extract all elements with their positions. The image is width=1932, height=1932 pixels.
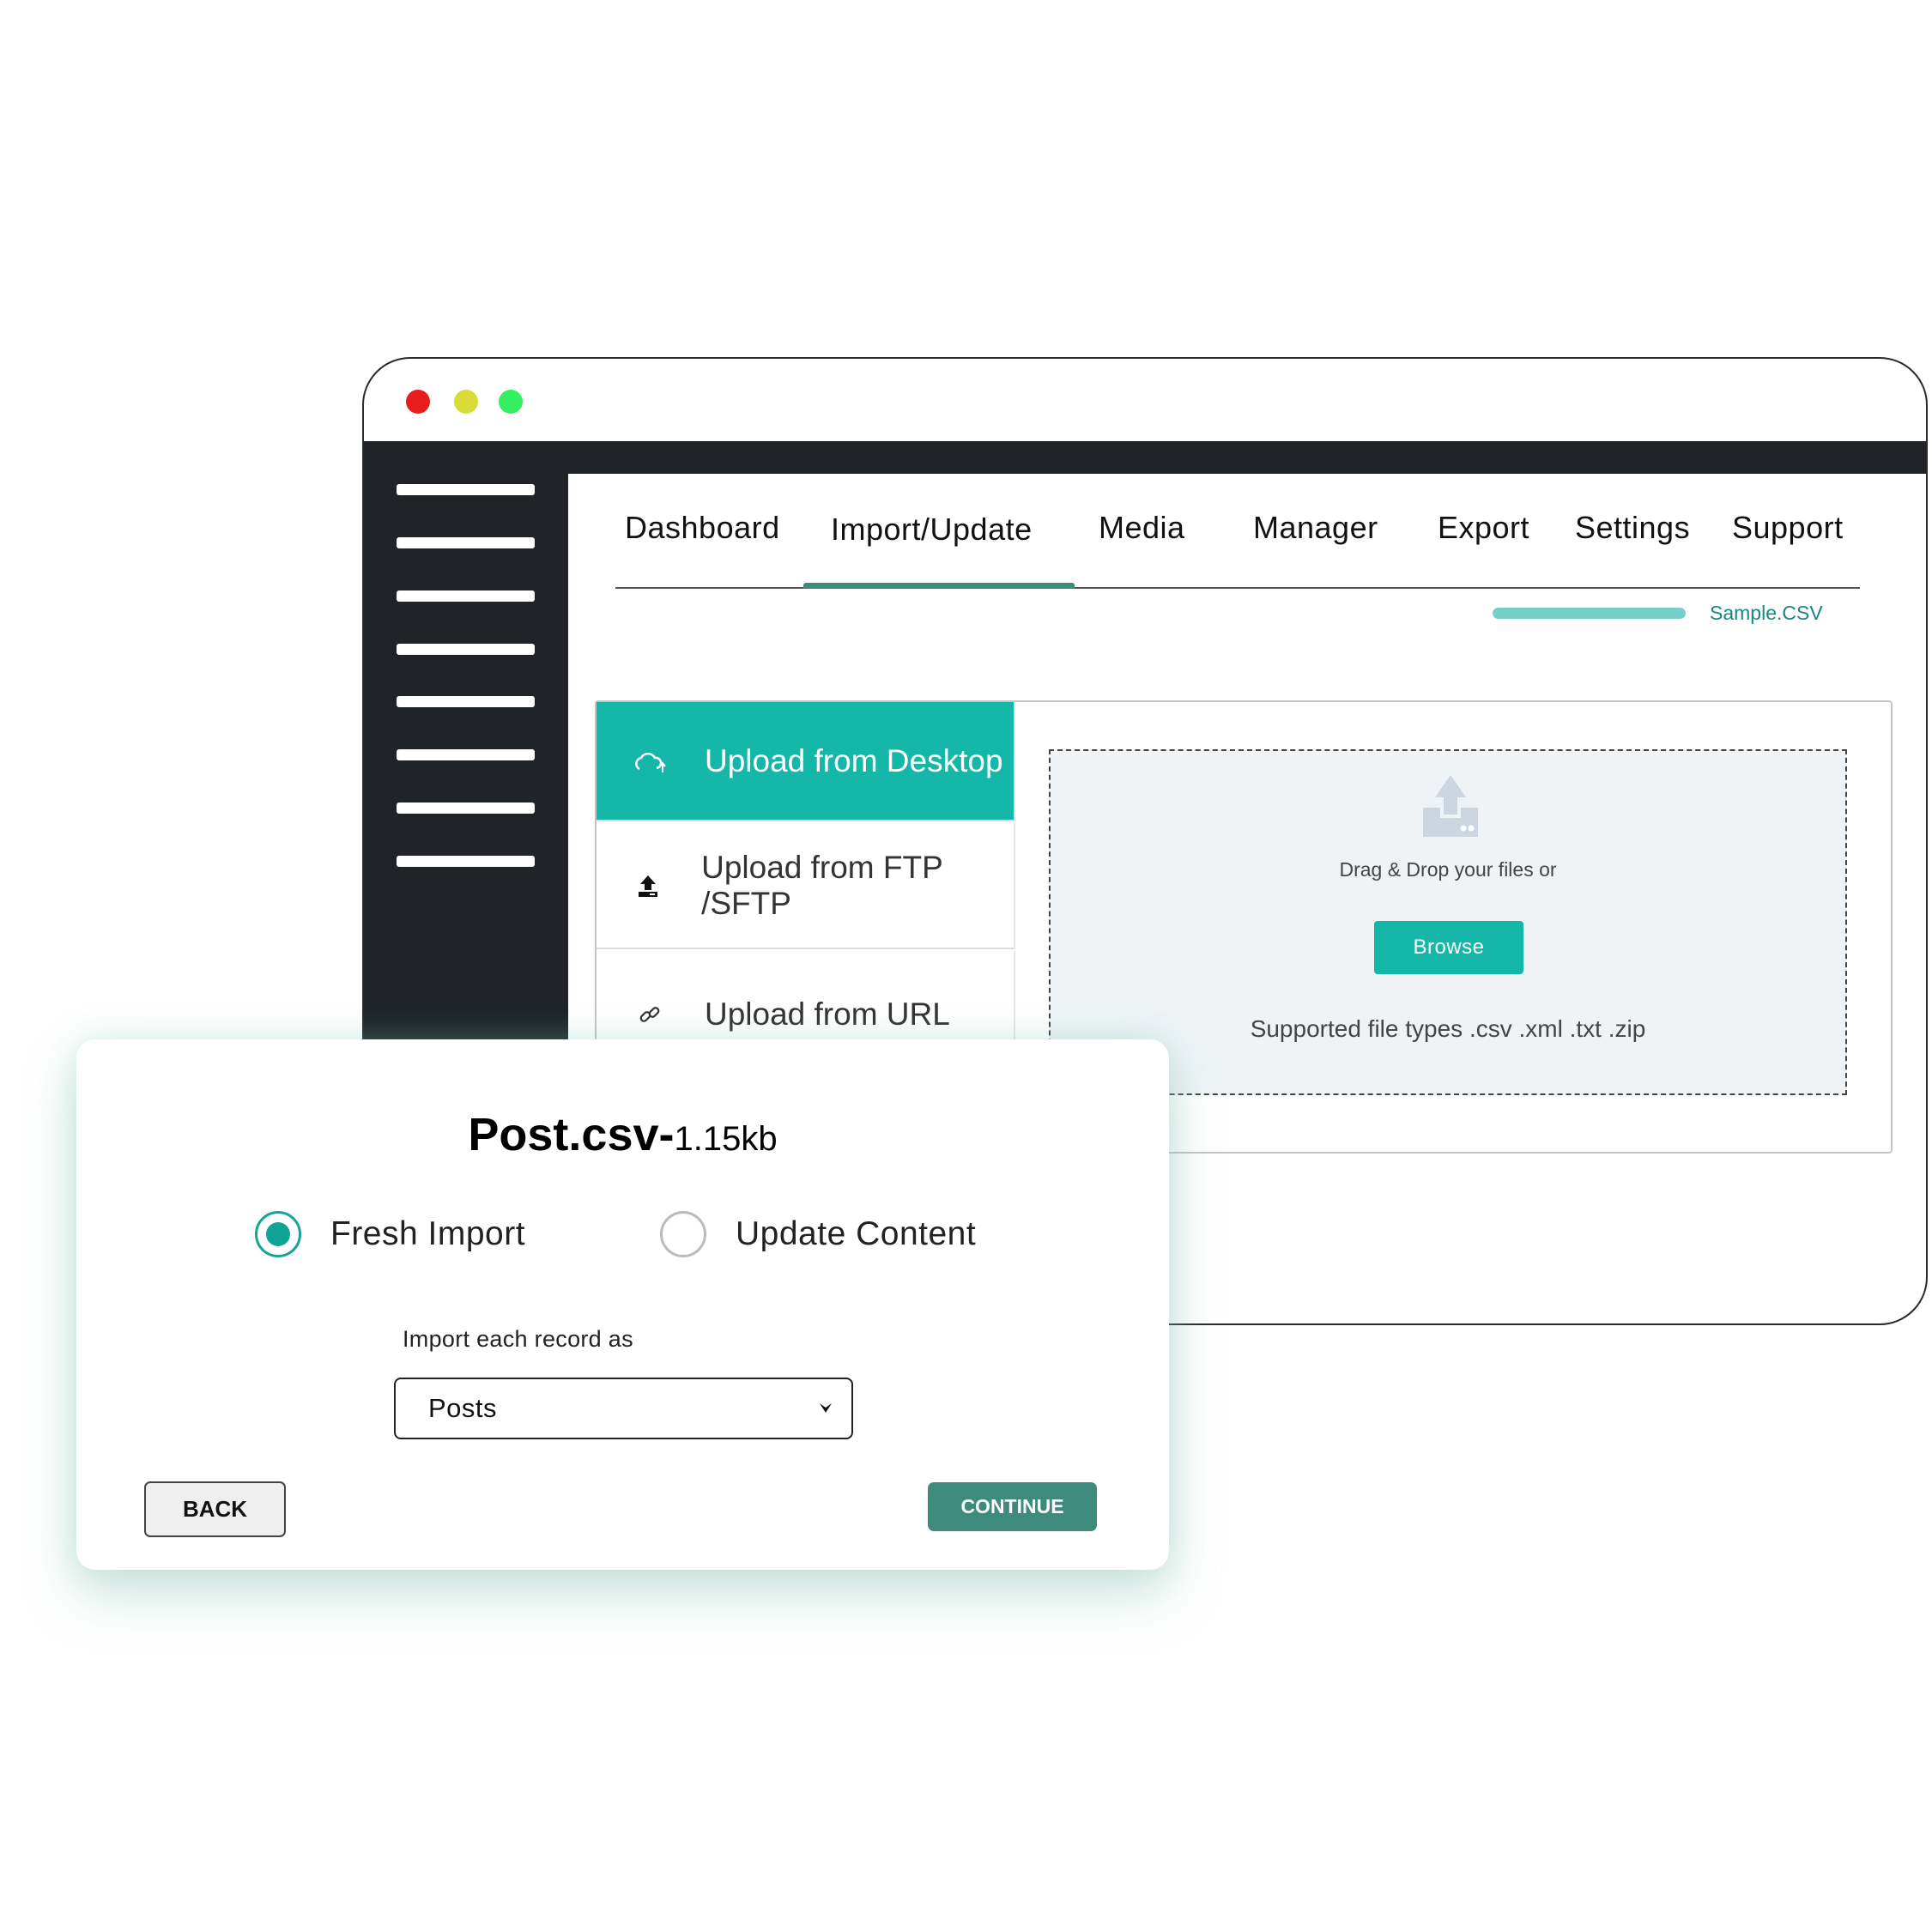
sidebar-item[interactable] <box>397 537 535 548</box>
sidebar-item[interactable] <box>397 802 535 814</box>
cloud-upload-icon <box>629 748 670 774</box>
tab-upload-ftp[interactable]: Upload from FTP /SFTP <box>597 823 1015 949</box>
tab-dashboard[interactable]: Dashboard <box>625 510 780 546</box>
uploaded-file-name[interactable]: Sample.CSV <box>1710 602 1823 625</box>
record-type-select[interactable]: Posts <box>394 1378 853 1439</box>
sidebar-item[interactable] <box>397 696 535 707</box>
tab-settings[interactable]: Settings <box>1575 510 1690 546</box>
record-type-value: Posts <box>428 1393 498 1423</box>
tab-support[interactable]: Support <box>1732 510 1844 546</box>
sidebar-item[interactable] <box>397 749 535 760</box>
radio-fresh-import-label: Fresh Import <box>330 1215 526 1252</box>
tab-import-update[interactable]: Import/Update <box>831 512 1033 548</box>
sidebar-item[interactable] <box>397 591 535 602</box>
radio-fresh-import[interactable]: Fresh Import <box>255 1211 525 1257</box>
sidebar-item[interactable] <box>397 644 535 655</box>
upload-server-icon <box>629 874 667 898</box>
chevron-down-icon <box>819 1399 833 1419</box>
file-dropzone[interactable]: Drag & Drop your files or Browse Support… <box>1049 749 1847 1095</box>
radio-button-unchecked[interactable] <box>660 1211 706 1257</box>
tab-upload-ftp-label: Upload from FTP /SFTP <box>701 849 943 921</box>
record-type-label: Import each record as <box>403 1326 633 1352</box>
sidebar-item[interactable] <box>397 856 535 867</box>
continue-button[interactable]: CONTINUE <box>928 1482 1097 1531</box>
radio-button-checked[interactable] <box>255 1211 301 1257</box>
tab-upload-desktop[interactable]: Upload from Desktop <box>597 702 1015 821</box>
window-minimize-button[interactable] <box>454 390 478 414</box>
link-icon <box>629 1003 670 1026</box>
upload-tray-icon <box>1420 775 1481 837</box>
app-top-bar <box>364 441 1926 474</box>
browse-button[interactable]: Browse <box>1374 921 1523 974</box>
file-size: 1.15kb <box>674 1120 778 1158</box>
tab-manager[interactable]: Manager <box>1253 510 1378 546</box>
tab-upload-url-label: Upload from URL <box>705 996 950 1032</box>
radio-update-content[interactable]: Update Content <box>660 1211 976 1257</box>
import-options-modal: Post.csv-1.15kb Fresh Import Update Cont… <box>76 1039 1169 1570</box>
upload-progress-fill <box>1493 608 1686 619</box>
back-button[interactable]: BACK <box>144 1481 286 1537</box>
dropzone-prompt: Drag & Drop your files or <box>1339 858 1557 881</box>
upload-progress-bar <box>1493 608 1686 619</box>
file-name: Post.csv- <box>468 1109 675 1160</box>
tab-upload-desktop-label: Upload from Desktop <box>705 742 1003 778</box>
tab-media[interactable]: Media <box>1099 510 1185 546</box>
sidebar-item[interactable] <box>397 484 535 495</box>
modal-title: Post.csv-1.15kb <box>76 1108 1169 1161</box>
tab-export[interactable]: Export <box>1438 510 1529 546</box>
supported-file-types: Supported file types .csv .xml .txt .zip <box>1250 1015 1646 1042</box>
active-tab-indicator <box>803 583 1075 589</box>
nav-divider <box>615 587 1860 589</box>
window-close-button[interactable] <box>406 390 430 414</box>
radio-update-content-label: Update Content <box>736 1215 977 1252</box>
window-maximize-button[interactable] <box>499 390 523 414</box>
